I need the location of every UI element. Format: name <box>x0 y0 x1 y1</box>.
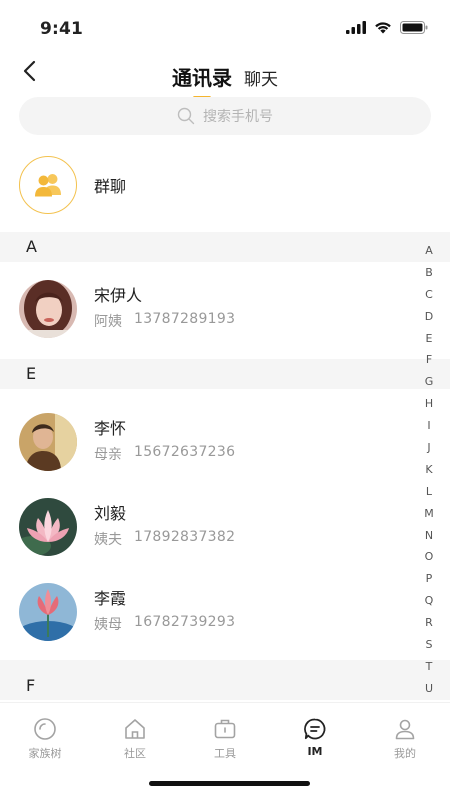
contact-name: 刘毅 <box>94 504 127 523</box>
index-letter[interactable]: C <box>425 284 433 306</box>
contact-row[interactable]: 李怀 母亲 15672637236 <box>0 407 405 477</box>
section-header-a: A <box>0 232 450 262</box>
contact-relation: 母亲 <box>94 447 122 463</box>
status-bar: 9:41 <box>0 0 450 56</box>
contact-phone: 16782739293 <box>134 614 236 630</box>
index-letter[interactable]: M <box>424 503 434 525</box>
tabbar-im[interactable]: IM <box>270 717 360 761</box>
home-indicator <box>149 781 310 786</box>
section-header-f: F <box>0 660 450 700</box>
tabbar-label: IM <box>307 745 323 758</box>
tab-chat[interactable]: 聊天 <box>244 65 278 90</box>
contact-row[interactable]: 刘毅 姨夫 17892837382 <box>0 492 405 562</box>
tabbar-profile[interactable]: 我的 <box>360 717 450 761</box>
family-tree-icon <box>34 718 56 740</box>
avatar <box>19 498 77 556</box>
group-chat-row[interactable]: 群聊 <box>0 150 450 220</box>
avatar <box>19 280 77 338</box>
index-letter[interactable]: K <box>425 459 432 481</box>
contact-name: 李霞 <box>94 589 127 608</box>
contact-name: 李怀 <box>94 419 127 438</box>
home-icon <box>125 719 145 739</box>
tabbar-label: 我的 <box>394 747 416 760</box>
index-letter[interactable]: O <box>425 546 434 568</box>
search-bar[interactable]: 搜索手机号 <box>19 97 431 135</box>
index-letter[interactable]: F <box>426 349 432 371</box>
contact-relation: 姨母 <box>94 617 122 633</box>
contact-phone: 15672637236 <box>134 444 236 460</box>
status-time: 9:41 <box>40 19 84 39</box>
tabbar-label: 工具 <box>214 747 236 760</box>
header-tabs: 通讯录 聊天 <box>0 62 450 99</box>
cellular-signal-icon <box>346 21 366 34</box>
battery-icon <box>400 21 428 34</box>
toolbox-icon <box>214 719 236 739</box>
index-letter[interactable]: T <box>426 656 433 678</box>
search-input-placeholder: 搜索手机号 <box>203 109 273 125</box>
status-icons <box>346 21 428 34</box>
contact-name: 宋伊人 <box>94 286 143 305</box>
index-letter[interactable]: I <box>427 415 430 437</box>
index-letter[interactable]: B <box>425 262 433 284</box>
wifi-icon <box>375 22 391 34</box>
section-header-e: E <box>0 359 450 389</box>
index-letter[interactable]: G <box>425 371 434 393</box>
index-letter[interactable]: A <box>425 240 433 262</box>
index-letter[interactable]: D <box>425 306 433 328</box>
index-letter[interactable]: N <box>425 525 433 547</box>
contact-phone: 13787289193 <box>134 311 236 327</box>
user-icon <box>395 719 415 740</box>
tabbar-label: 家族树 <box>28 747 62 760</box>
tabbar-tools[interactable]: 工具 <box>180 717 270 761</box>
index-letter[interactable]: R <box>425 612 433 634</box>
index-letter[interactable]: U <box>425 678 433 700</box>
top-navigation: 通讯录 聊天 <box>0 56 450 99</box>
contact-relation: 姨夫 <box>94 532 122 548</box>
bottom-tab-bar: 家族树 社区 工具 IM 我的 <box>0 702 450 800</box>
index-letter[interactable]: J <box>427 437 430 459</box>
avatar <box>19 583 77 641</box>
tab-contacts-label: 通讯录 <box>172 66 232 90</box>
index-letter[interactable]: H <box>425 393 433 415</box>
chat-icon <box>304 718 326 740</box>
group-chat-avatar <box>19 156 77 214</box>
tabbar-family-tree[interactable]: 家族树 <box>0 717 90 761</box>
alphabet-index[interactable]: A B C D E F G H I J K L M N O P Q R S T … <box>420 240 438 700</box>
contact-row[interactable]: 李霞 姨母 16782739293 <box>0 577 405 647</box>
tabbar-community[interactable]: 社区 <box>90 717 180 761</box>
tab-chat-label: 聊天 <box>244 70 278 90</box>
tabbar-label: 社区 <box>124 747 146 760</box>
contact-row[interactable]: 宋伊人 阿姨 13787289193 <box>0 274 405 344</box>
group-icon <box>35 174 61 197</box>
contact-relation: 阿姨 <box>94 314 122 330</box>
tab-contacts[interactable]: 通讯录 <box>172 62 232 99</box>
contact-phone: 17892837382 <box>134 529 236 545</box>
index-letter[interactable]: L <box>426 481 432 503</box>
index-letter[interactable]: P <box>426 568 433 590</box>
index-letter[interactable]: Q <box>425 590 434 612</box>
avatar <box>19 413 77 471</box>
search-icon <box>177 107 195 125</box>
index-letter[interactable]: S <box>426 634 433 656</box>
index-letter[interactable]: E <box>426 328 433 350</box>
group-chat-label: 群聊 <box>94 177 127 196</box>
